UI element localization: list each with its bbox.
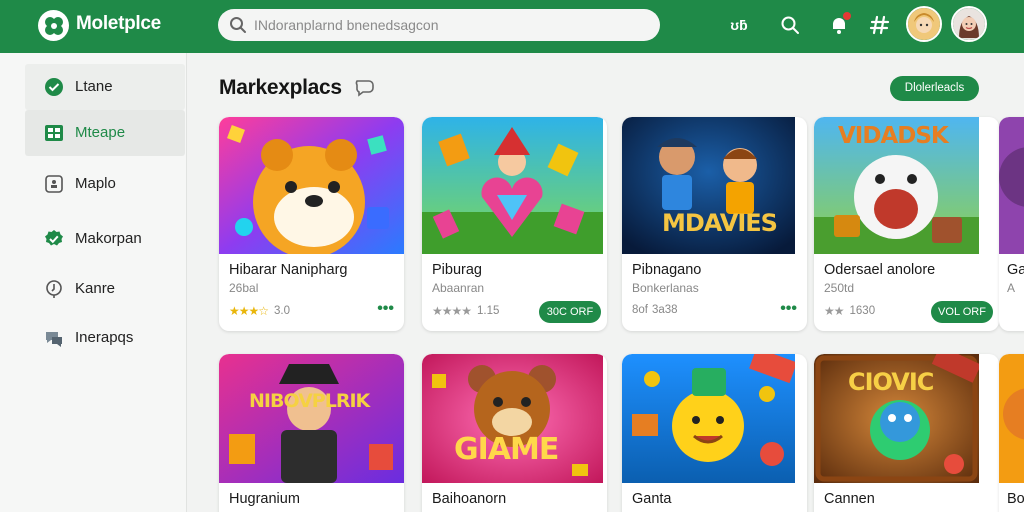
chat-icon: [43, 327, 65, 349]
card-title: Baihoanorn: [432, 491, 507, 507]
game-card[interactable]: MDAVIES Pibnagano Bonkerlanas 8of 3a38 ••…: [622, 117, 807, 331]
topbar-icon-text: ʊƃ: [730, 17, 748, 33]
card-title: Hibarar Nanipharg: [229, 262, 348, 278]
sidebar-item-kanre[interactable]: Kanre: [25, 266, 185, 312]
sidebar-item-maplo[interactable]: Maplo: [25, 161, 185, 207]
sidebar: Ltane Mteape Maplo Makorpan Kanre Inerap…: [0, 53, 187, 512]
sidebar-item-ltane[interactable]: Ltane: [25, 64, 185, 110]
game-card[interactable]: NIBOVPLRIK Hugranium: [219, 354, 404, 512]
sidebar-item-label: Maplo: [75, 175, 116, 192]
search-bar[interactable]: [218, 9, 660, 41]
search-icon: [230, 17, 246, 33]
rating-value: 1630: [849, 305, 876, 317]
notifications-icon[interactable]: [827, 12, 851, 37]
page-title: Markexplacs: [219, 76, 342, 99]
location-icon: [43, 278, 65, 300]
game-art-title: CIOVIC: [848, 368, 934, 396]
card-title: Odersael anolore: [824, 262, 936, 278]
rating-stars-icon: ★★: [824, 304, 844, 318]
sidebar-item-label: Kanre: [75, 280, 116, 297]
game-thumbnail: NIBOVPLRIK: [219, 354, 404, 483]
rating-value: 1.15: [477, 305, 500, 317]
sidebar-item-label: Inerapqs: [75, 329, 134, 346]
settings-text-icon[interactable]: ʊƃ: [727, 13, 751, 37]
game-art-title: GIAME: [454, 432, 559, 467]
game-card[interactable]: Piburag Abaanran ★★★★ 1.15 30C ORF: [422, 117, 607, 331]
rating-value: 3a38: [652, 304, 678, 316]
game-card[interactable]: GIAME Baihoanorn: [422, 354, 607, 512]
game-art-title: MDAVIES: [662, 209, 778, 237]
game-art-title: NIBOVPLRIK: [249, 390, 370, 412]
top-app-bar: Moletplce ʊƃ: [0, 0, 1024, 53]
sidebar-item-label: Makorpan: [75, 230, 142, 247]
game-card[interactable]: VIDADSK Odersael anolore 250td ★★ 1630 VO…: [814, 117, 999, 331]
game-thumbnail: CIOVIC: [814, 354, 999, 483]
puzzle-icon: [43, 173, 65, 195]
rating-value: 3.0: [274, 305, 291, 317]
sidebar-item-label: Mteape: [75, 124, 126, 141]
card-rating: ★★ 1630: [824, 304, 875, 318]
card-title: Bo: [1007, 491, 1024, 507]
card-rating: 8of 3a38: [632, 304, 678, 316]
game-thumbnail: [219, 117, 404, 254]
check-circle-icon: [43, 76, 65, 98]
app-brand[interactable]: Moletplce: [76, 13, 161, 35]
more-options-icon[interactable]: •••: [377, 300, 394, 318]
card-title: Pibnagano: [632, 262, 702, 278]
sidebar-item-makorpan[interactable]: Makorpan: [25, 216, 185, 262]
card-title: Piburag: [432, 262, 482, 278]
notification-badge: [843, 12, 851, 20]
rating-stars-icon: ★★★☆: [229, 304, 269, 318]
game-thumbnail: GIAME: [422, 354, 607, 483]
card-subtitle: Bonkerlanas: [632, 281, 699, 295]
game-thumbnail: VIDADSK: [814, 117, 999, 254]
chat-bubble-icon[interactable]: [354, 78, 376, 98]
game-thumbnail: [622, 354, 807, 483]
card-title: Cannen: [824, 491, 875, 507]
rating-stars-icon: ★★★★: [432, 304, 472, 318]
game-card[interactable]: CIOVIC Cannen: [814, 354, 999, 512]
hashtag-icon[interactable]: [868, 13, 892, 37]
avatar[interactable]: [906, 6, 942, 42]
logo-icon[interactable]: [38, 10, 69, 41]
game-thumbnail: [999, 354, 1024, 483]
sidebar-item-inerapqs[interactable]: Inerapqs: [25, 315, 185, 361]
rating-prefix: 8of: [632, 304, 648, 316]
check-badge-icon: [43, 228, 65, 250]
card-title: Hugranium: [229, 491, 300, 507]
card-subtitle: A: [1007, 281, 1016, 295]
game-card[interactable]: Bo: [999, 354, 1024, 512]
card-rating: ★★★★ 1.15: [432, 304, 499, 318]
grid-icon: [43, 122, 65, 144]
sidebar-item-label: Ltane: [75, 78, 113, 95]
search-icon[interactable]: [778, 13, 802, 37]
more-options-icon[interactable]: •••: [780, 300, 797, 318]
card-subtitle: 26bal: [229, 281, 259, 295]
game-thumbnail: [999, 117, 1024, 254]
card-subtitle: 250td: [824, 281, 855, 295]
game-card[interactable]: Ganta: [622, 354, 807, 512]
game-thumbnail: [422, 117, 607, 254]
card-subtitle: Abaanran: [432, 281, 485, 295]
search-input[interactable]: [254, 9, 650, 41]
card-title: Ganta: [632, 491, 672, 507]
card-rating: ★★★☆ 3.0: [229, 304, 290, 318]
see-all-button[interactable]: Dlolerleacls: [890, 76, 979, 101]
price-button[interactable]: VOL ORF: [931, 301, 993, 323]
game-card[interactable]: Ga A: [999, 117, 1024, 331]
user-avatar[interactable]: [951, 6, 987, 42]
card-title: Ga: [1007, 262, 1024, 278]
game-card[interactable]: Hibarar Nanipharg 26bal ★★★☆ 3.0 •••: [219, 117, 404, 331]
sidebar-item-mteape[interactable]: Mteape: [25, 110, 185, 156]
game-thumbnail: MDAVIES: [622, 117, 807, 254]
price-button[interactable]: 30C ORF: [539, 301, 601, 323]
game-art-title: VIDADSK: [838, 123, 949, 149]
